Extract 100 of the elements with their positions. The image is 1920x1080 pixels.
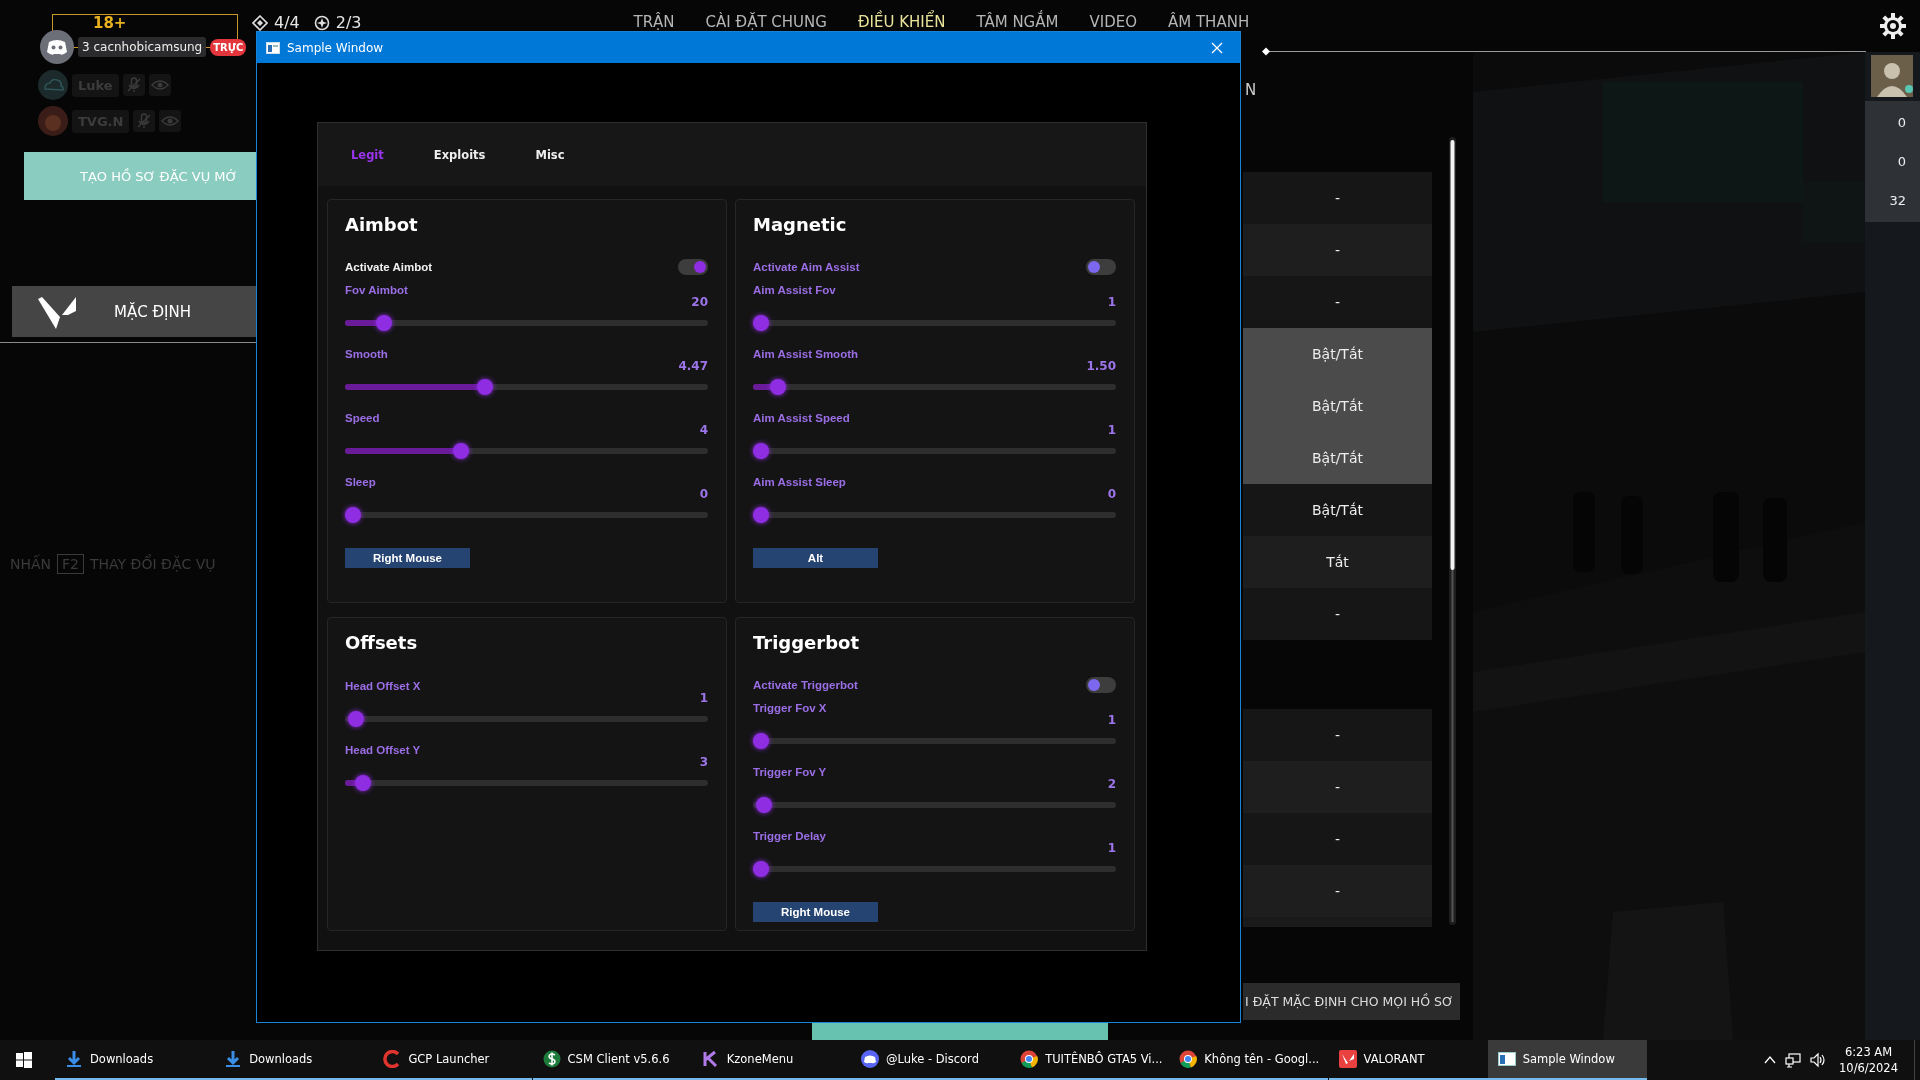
avatar-icon (40, 30, 74, 64)
slider-track[interactable] (753, 733, 1116, 749)
close-icon (1211, 41, 1223, 54)
slider-track[interactable] (753, 443, 1116, 459)
taskbar-button[interactable]: TUITÊNBÔ GTA5 Vi... (1010, 1040, 1170, 1080)
setting-value: 0 (699, 486, 708, 502)
live-badge: TRỰC (210, 38, 247, 56)
clock-date[interactable]: 10/6/2024 (1839, 1060, 1898, 1076)
setting-label: Fov Aimbot (345, 284, 408, 298)
toggle-switch[interactable] (678, 259, 708, 275)
taskbar-button[interactable]: VALORANT (1328, 1040, 1488, 1080)
slider-track[interactable] (753, 507, 1116, 523)
taskbar-button[interactable]: Sample Window (1487, 1040, 1647, 1080)
keybind-button[interactable]: Alt (753, 548, 878, 568)
slider-thumb[interactable] (753, 443, 769, 459)
nav-tab[interactable]: CÀI ĐẶT CHUNG (705, 13, 827, 31)
toggle-switch[interactable] (1086, 259, 1116, 275)
keybind-cell[interactable]: - (1243, 224, 1432, 276)
setting-label: Aim Assist Fov (753, 284, 836, 298)
setting-label: Speed (345, 412, 380, 426)
keybind-cell[interactable]: - (1243, 761, 1432, 813)
slider-thumb[interactable] (452, 443, 469, 459)
slider-thumb[interactable] (476, 379, 493, 395)
discord-icon (860, 1050, 879, 1068)
keybind-cell[interactable]: Bật/Tắt (1243, 484, 1432, 536)
network-icon[interactable] (1785, 1052, 1802, 1068)
taskbar-button[interactable]: @Luke - Discord (850, 1040, 1010, 1080)
scrollbar[interactable] (1449, 137, 1456, 925)
keybind-cell[interactable]: Bật/Tắt (1243, 380, 1432, 432)
setting-label: Activate Aimbot (345, 261, 433, 273)
setting-label: Activate Triggerbot (753, 679, 858, 691)
keybind-cell[interactable]: Tắt (1243, 536, 1432, 588)
slider-thumb[interactable] (376, 315, 393, 331)
tab[interactable]: Legit (351, 147, 384, 162)
tab[interactable]: Misc (535, 147, 565, 162)
keybind-cell[interactable]: - (1243, 276, 1432, 328)
slider-track[interactable] (345, 711, 708, 727)
slider-thumb[interactable] (348, 711, 365, 727)
setting-label: Aim Assist Speed (753, 412, 850, 426)
setting-value: 4.47 (678, 358, 708, 374)
avatar-icon (38, 106, 68, 136)
slider-track[interactable] (753, 379, 1116, 395)
keybind-cell[interactable]: - (1243, 588, 1432, 640)
nav-tab[interactable]: VIDEO (1089, 13, 1137, 31)
slider-thumb[interactable] (770, 379, 787, 395)
setting-value: 20 (691, 294, 708, 310)
setting-value: 0 (1107, 486, 1116, 502)
taskbar-button[interactable]: Downloads (214, 1040, 374, 1080)
taskbar-button[interactable]: CSM Client v5.6.6 (532, 1040, 692, 1080)
taskbar-button[interactable]: Downloads (55, 1040, 214, 1080)
setting-label: Aim Assist Sleep (753, 476, 846, 490)
slider-thumb[interactable] (753, 315, 769, 331)
download-icon (65, 1050, 83, 1068)
keybind-cell[interactable]: - (1243, 709, 1432, 761)
setting-value: 3 (699, 754, 708, 770)
slider-thumb[interactable] (355, 775, 372, 791)
volume-icon[interactable] (1809, 1052, 1828, 1068)
slider-thumb[interactable] (753, 861, 769, 877)
setting-label: Trigger Delay (753, 830, 826, 844)
setting-value: 1.50 (1086, 358, 1116, 374)
slider-track[interactable] (345, 315, 708, 331)
keybind-cell[interactable]: - (1243, 172, 1432, 224)
keybind-cell[interactable]: Bật/Tắt (1243, 328, 1432, 380)
setting-label: Head Offset X (345, 680, 421, 694)
keybind-cell[interactable]: - (1243, 813, 1432, 865)
keybind-cell[interactable]: Bật/Tắt (1243, 432, 1432, 484)
slider-track[interactable] (345, 507, 708, 523)
setting-label: Head Offset Y (345, 744, 421, 758)
keybind-button[interactable]: Right Mouse (753, 902, 878, 922)
card-title: Magnetic (753, 214, 848, 237)
reset-defaults-button[interactable]: I ĐẶT MẶC ĐỊNH CHO MỌI HỒ SƠ (1243, 983, 1460, 1020)
clock-time[interactable]: 6:23 AM (1844, 1044, 1893, 1060)
slider-thumb[interactable] (753, 733, 769, 749)
username-label: 3 cacnhobicamsung (78, 37, 207, 57)
slider-thumb[interactable] (753, 507, 769, 523)
settings-icon[interactable] (1878, 12, 1907, 40)
section-heading: N (1245, 81, 1257, 99)
keybind-cell[interactable]: - (1243, 865, 1432, 917)
slider-track[interactable] (753, 797, 1116, 813)
browser-icon (1020, 1050, 1039, 1068)
taskbar-button[interactable]: GCP Launcher (373, 1040, 533, 1080)
nav-tab[interactable]: ÂM THANH (1168, 13, 1250, 31)
keybind-button[interactable]: Right Mouse (345, 548, 470, 568)
slider-track[interactable] (753, 861, 1116, 877)
window-title: Sample Window (287, 40, 384, 55)
taskbar-button[interactable]: Không tên - Googl... (1169, 1040, 1329, 1080)
v-logo-icon (1338, 1050, 1357, 1068)
slider-track[interactable] (345, 379, 708, 395)
toggle-switch[interactable] (1086, 677, 1116, 693)
nav-tab[interactable]: TRẬN (633, 13, 675, 31)
setting-value: 1 (699, 690, 708, 706)
stat-value: 32 (1888, 192, 1907, 210)
slider-thumb[interactable] (345, 507, 361, 523)
taskbar-button[interactable]: KzoneMenu (691, 1040, 851, 1080)
slider-track[interactable] (753, 315, 1116, 331)
tab[interactable]: Exploits (433, 147, 486, 162)
slider-thumb[interactable] (756, 797, 773, 813)
slider-track[interactable] (345, 443, 708, 459)
profile-item[interactable]: MẶC ĐỊNH (12, 286, 256, 337)
slider-track[interactable] (345, 775, 708, 791)
